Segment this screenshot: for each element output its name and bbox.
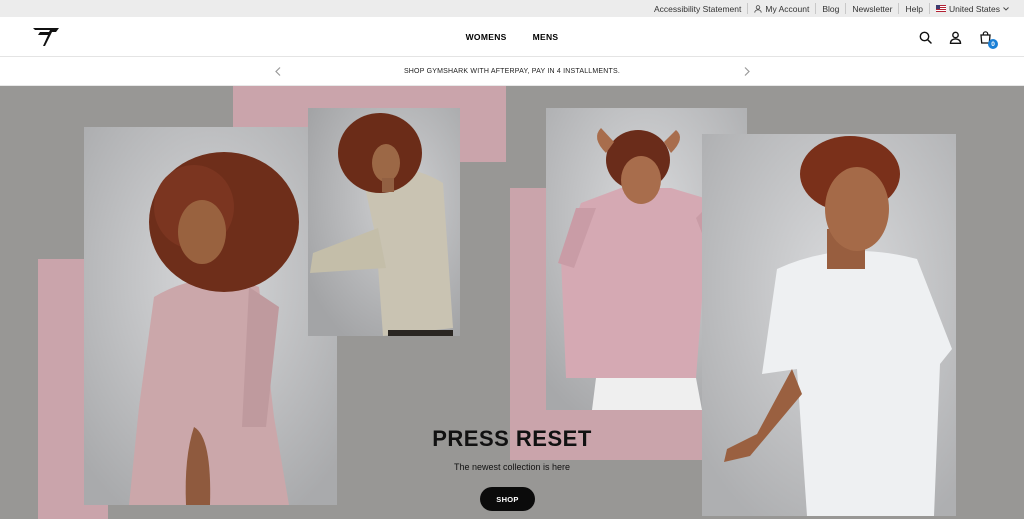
- blog-link[interactable]: Blog: [815, 3, 845, 14]
- account-icon[interactable]: [948, 30, 962, 44]
- promo-text[interactable]: SHOP GYMSHARK WITH AFTERPAY, PAY IN 4 IN…: [404, 68, 620, 75]
- hero-photo-woman-beige: [308, 108, 460, 336]
- cart-count-badge: 0: [988, 39, 998, 49]
- chevron-left-icon[interactable]: [271, 64, 285, 78]
- gymshark-logo-icon[interactable]: [32, 26, 60, 48]
- my-account-link[interactable]: My Account: [747, 3, 815, 14]
- newsletter-link[interactable]: Newsletter: [845, 3, 898, 14]
- accessibility-link[interactable]: Accessibility Statement: [648, 3, 747, 14]
- header-icons: 0: [918, 17, 998, 57]
- country-label: United States: [948, 3, 1000, 14]
- country-selector[interactable]: United States: [928, 3, 1018, 14]
- my-account-label: My Account: [765, 3, 810, 14]
- main-header: WOMENS MENS 0: [0, 17, 1024, 57]
- hero-banner: PRESS RESET The newest collection is her…: [0, 86, 1024, 519]
- newsletter-label: Newsletter: [852, 3, 893, 14]
- nav-mens[interactable]: MENS: [533, 32, 559, 42]
- blog-label: Blog: [822, 3, 840, 14]
- hero-subtitle: The newest collection is here: [453, 462, 571, 472]
- shop-button[interactable]: SHOP: [480, 487, 535, 511]
- user-icon: [754, 4, 762, 13]
- promo-bar: SHOP GYMSHARK WITH AFTERPAY, PAY IN 4 IN…: [0, 57, 1024, 86]
- chevron-down-icon: [1003, 6, 1009, 11]
- bag-icon[interactable]: 0: [978, 30, 998, 49]
- help-label: Help: [905, 3, 923, 14]
- hero-photo-man-white: [702, 134, 956, 516]
- us-flag-icon: [935, 5, 946, 12]
- main-nav: WOMENS MENS: [0, 17, 1024, 57]
- help-link[interactable]: Help: [898, 3, 928, 14]
- utility-bar: Accessibility Statement My Account Blog …: [0, 0, 1024, 17]
- accessibility-label: Accessibility Statement: [653, 3, 742, 14]
- nav-womens[interactable]: WOMENS: [466, 32, 507, 42]
- hero-title: PRESS RESET: [432, 426, 592, 451]
- chevron-right-icon[interactable]: [740, 64, 754, 78]
- search-icon[interactable]: [918, 30, 932, 44]
